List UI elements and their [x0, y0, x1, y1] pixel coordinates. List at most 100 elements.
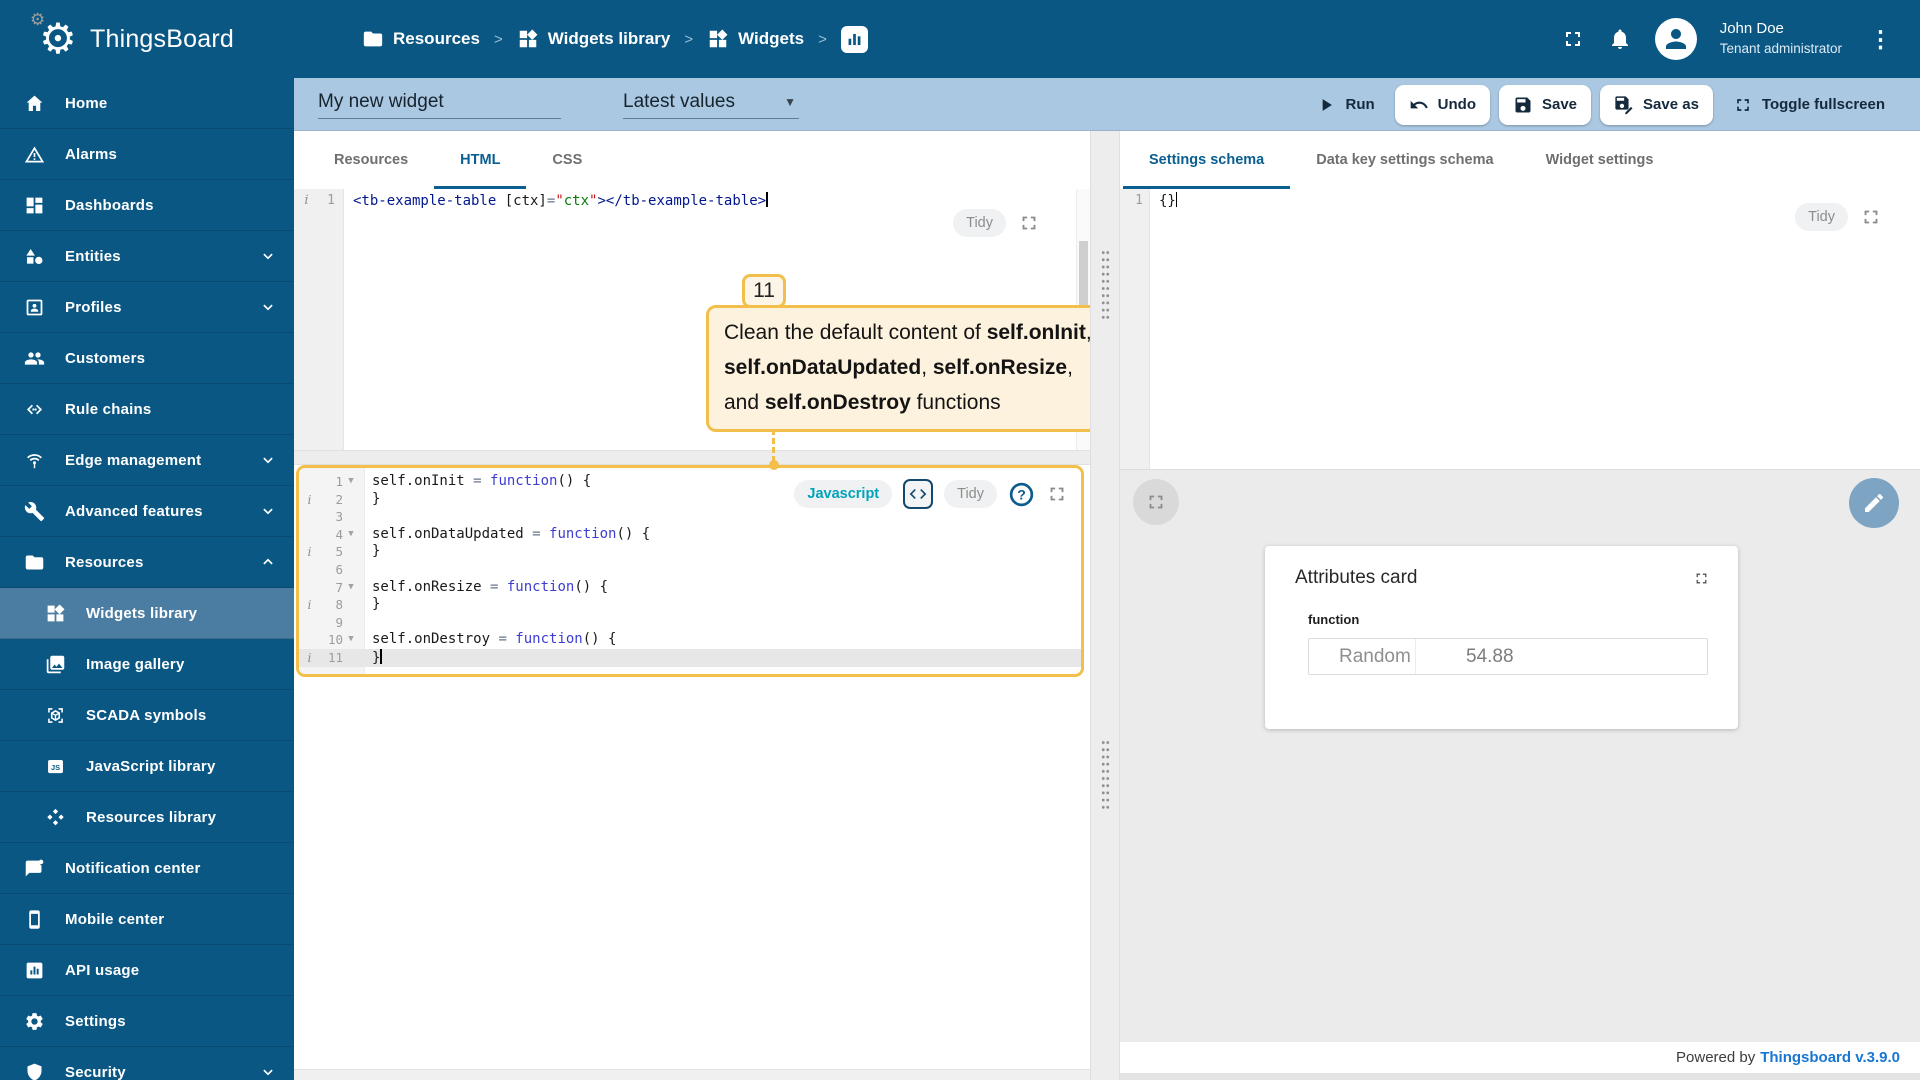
- code-text: }: [372, 596, 381, 613]
- breadcrumb-item[interactable]: Widgets: [707, 28, 804, 50]
- sidebar-item-label: Edge management: [65, 451, 202, 469]
- sidebar-item-widgets-library[interactable]: Widgets library: [0, 588, 294, 639]
- horizontal-scrollbar[interactable]: [1120, 1073, 1920, 1080]
- sidebar-item-notification-center[interactable]: Notification center: [0, 843, 294, 894]
- sidebar-item-javascript-library[interactable]: JS JavaScript library: [0, 741, 294, 792]
- horizontal-splitter[interactable]: [294, 450, 1090, 465]
- code-line[interactable]: i 8}: [299, 596, 1081, 614]
- sidebar-item-customers[interactable]: Customers: [0, 333, 294, 384]
- fold-arrow-icon[interactable]: ▼: [343, 631, 359, 649]
- sidebar-item-scada-symbols[interactable]: SCADA symbols: [0, 690, 294, 741]
- fullscreen-icon[interactable]: [1018, 212, 1040, 234]
- run-button[interactable]: Run: [1305, 85, 1385, 125]
- notifications-bell-icon[interactable]: [1608, 27, 1632, 51]
- sidebar-item-resources-library[interactable]: Resources library: [0, 792, 294, 843]
- gutter-cell: 10 ▼: [299, 631, 365, 649]
- sidebar-item-rule-chains[interactable]: Rule chains: [0, 384, 294, 435]
- help-icon[interactable]: ?: [1008, 481, 1035, 508]
- code-line[interactable]: 9: [299, 614, 1081, 632]
- tab-css[interactable]: CSS: [526, 131, 608, 189]
- widget-name-input[interactable]: [318, 90, 561, 113]
- tab-settings-schema[interactable]: Settings schema: [1123, 131, 1291, 189]
- code-line[interactable]: i 11}: [299, 648, 1081, 667]
- preview-fullscreen-button[interactable]: [1133, 479, 1179, 525]
- api-icon: [24, 960, 45, 981]
- tidy-button[interactable]: Tidy: [1795, 203, 1848, 231]
- sidebar-item-api-usage[interactable]: API usage: [0, 945, 294, 996]
- powered-by-text: Powered by: [1676, 1049, 1756, 1066]
- breadcrumb-item[interactable]: [840, 25, 868, 53]
- edit-widget-button[interactable]: [1849, 478, 1899, 528]
- expand-code-editor-icon[interactable]: [903, 479, 934, 509]
- fold-arrow-icon[interactable]: ▼: [343, 473, 359, 491]
- sidebar-item-label: Entities: [65, 247, 121, 265]
- sidebar-item-dashboards[interactable]: Dashboards: [0, 180, 294, 231]
- tab-resources[interactable]: Resources: [308, 131, 434, 189]
- sidebar-item-profiles[interactable]: Profiles: [0, 282, 294, 333]
- sidebar-item-label: Settings: [65, 1012, 126, 1030]
- splitter-grip[interactable]: [1101, 249, 1110, 321]
- code-line[interactable]: 7 ▼ self.onResize = function() {: [299, 579, 1081, 597]
- kebab-menu-icon[interactable]: ⋮: [1865, 26, 1896, 53]
- fullscreen-icon[interactable]: [1561, 27, 1585, 51]
- fold-arrow-icon[interactable]: ▼: [343, 526, 359, 544]
- code-line[interactable]: i 1 <tb-example-table [ctx]="ctx"></tb-exa…: [294, 191, 1076, 211]
- sidebar-item-resources[interactable]: Resources: [0, 537, 294, 588]
- sidebar-item-alarms[interactable]: Alarms: [0, 129, 294, 180]
- avatar[interactable]: [1654, 18, 1697, 60]
- code-text: self.onDataUpdated = function() {: [372, 525, 651, 542]
- undo-icon: [1409, 95, 1429, 115]
- text-cursor: [380, 648, 382, 664]
- breadcrumb-item[interactable]: Resources: [362, 28, 480, 50]
- fullscreen-icon[interactable]: [1046, 483, 1068, 505]
- save-button[interactable]: Save: [1498, 84, 1592, 125]
- tab-widget-settings[interactable]: Widget settings: [1520, 131, 1680, 189]
- card-fullscreen-icon[interactable]: [1693, 570, 1710, 587]
- gutter-cell: 1 ▼: [299, 473, 365, 491]
- settings-schema-editor[interactable]: 1 {} Tidy: [1120, 189, 1920, 470]
- save-as-button[interactable]: Save as: [1600, 84, 1713, 125]
- tidy-button[interactable]: Tidy: [953, 209, 1006, 237]
- thingsboard-version-link[interactable]: Thingsboard v.3.9.0: [1760, 1049, 1900, 1066]
- code-text: <tb-example-table [ctx]="ctx"></tb-examp…: [353, 192, 768, 209]
- sidebar-item-settings[interactable]: Settings: [0, 996, 294, 1047]
- breadcrumb-separator: >: [818, 30, 827, 48]
- gutter-cell: 6: [335, 561, 343, 577]
- widget-name-field: [318, 90, 561, 119]
- breadcrumb-separator: >: [493, 30, 503, 48]
- sidebar-item-home[interactable]: Home: [0, 78, 294, 129]
- sidebar: Home Alarms Dashboards Entities Profiles Cust…: [0, 78, 294, 1080]
- gutter-cell: 3: [335, 509, 343, 525]
- breadcrumb-item[interactable]: Widgets library: [517, 28, 670, 50]
- chevron-down-icon: [259, 451, 277, 469]
- sidebar-item-mobile-center[interactable]: Mobile center: [0, 894, 294, 945]
- fold-arrow-icon[interactable]: ▼: [343, 579, 359, 597]
- code-line[interactable]: 4 ▼ self.onDataUpdated = function() {: [299, 526, 1081, 544]
- code-line[interactable]: 10 ▼ self.onDestroy = function() {: [299, 631, 1081, 649]
- tab-data-key-settings-schema[interactable]: Data key settings schema: [1290, 131, 1519, 189]
- splitter-grip[interactable]: [1101, 739, 1110, 811]
- toggle-fullscreen-button[interactable]: Toggle fullscreen: [1722, 85, 1896, 125]
- attribute-value: 54.88: [1466, 645, 1514, 667]
- javascript-code-editor[interactable]: 1 ▼ self.onInit = function() {i 2} 3 4 ▼ self.o…: [296, 465, 1084, 677]
- code-line[interactable]: 6: [299, 561, 1081, 579]
- play-icon: [1316, 95, 1336, 115]
- code-line[interactable]: i 5}: [299, 543, 1081, 561]
- tidy-button[interactable]: Tidy: [944, 480, 997, 508]
- tab-html[interactable]: HTML: [434, 131, 527, 189]
- horizontal-scrollbar[interactable]: [294, 1069, 1090, 1080]
- undo-button[interactable]: Undo: [1394, 84, 1490, 125]
- sidebar-item-entities[interactable]: Entities: [0, 231, 294, 282]
- left-editor-tabs: Resources HTML CSS: [294, 131, 1090, 189]
- sidebar-item-image-gallery[interactable]: Image gallery: [0, 639, 294, 690]
- thingsboard-logo[interactable]: ⚙ ⚙ ThingsBoard: [0, 11, 292, 65]
- info-icon: i: [307, 597, 312, 613]
- sidebar-item-security[interactable]: Security: [0, 1047, 294, 1080]
- pane-splitter[interactable]: [1090, 131, 1120, 1080]
- fullscreen-icon[interactable]: [1860, 206, 1882, 228]
- sidebar-item-edge-management[interactable]: Edge management: [0, 435, 294, 486]
- widget-type-select[interactable]: Latest values ▼: [623, 91, 799, 119]
- code-line[interactable]: 3: [299, 508, 1081, 526]
- attribute-row[interactable]: Random 54.88: [1308, 638, 1708, 675]
- sidebar-item-advanced-features[interactable]: Advanced features: [0, 486, 294, 537]
